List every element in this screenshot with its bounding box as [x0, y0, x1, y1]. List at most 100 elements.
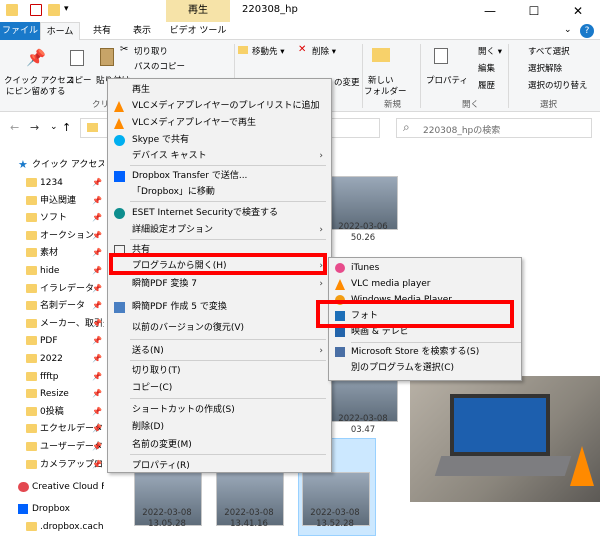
- recent-locations-icon[interactable]: ⌄: [50, 122, 58, 132]
- context-menu-item[interactable]: プロパティ(R): [108, 457, 331, 475]
- tab-home[interactable]: ホーム: [40, 22, 80, 40]
- search-input[interactable]: ⌕ 220308_hpの検索: [396, 118, 592, 138]
- open-group-label: 開く: [462, 100, 480, 110]
- nav-folder-item[interactable]: 0投稿 📌: [0, 403, 104, 421]
- folder-icon: [26, 371, 37, 381]
- cut-button[interactable]: 切り取り: [134, 45, 168, 57]
- menu-separator: [130, 360, 326, 361]
- context-menu-item-label: コピー(C): [132, 383, 173, 393]
- preview-photo[interactable]: [410, 376, 600, 502]
- chevron-down-icon[interactable]: ⌄: [564, 25, 576, 37]
- tab-video-tools[interactable]: ビデオ ツール: [166, 22, 230, 40]
- nav-folder-item[interactable]: 1234 📌: [0, 174, 104, 192]
- open-button[interactable]: 開く ▾: [478, 45, 502, 57]
- nav-folder-item[interactable]: エクセルデータ 📌: [0, 420, 104, 438]
- nav-folder-label: ffftp: [40, 371, 59, 382]
- context-menu-item[interactable]: コピー(C): [108, 379, 331, 397]
- nav-quick-access-label: クイック アクセス: [32, 160, 104, 170]
- store-icon: [335, 347, 345, 357]
- context-menu-item[interactable]: 詳細設定オプション ›: [108, 221, 331, 239]
- context-menu-item[interactable]: 瞬簡PDF 変換 7 ›: [108, 275, 331, 293]
- context-menu-item[interactable]: 削除(D): [108, 418, 331, 436]
- history-button[interactable]: 履歴: [478, 79, 495, 91]
- select-all-button[interactable]: すべて選択: [528, 45, 570, 57]
- copy-path-button[interactable]: パスのコピー: [134, 60, 185, 72]
- nav-quick-access[interactable]: ★ クイック アクセス: [0, 156, 104, 174]
- folder-icon: [26, 301, 37, 311]
- vlc-cone-icon: [335, 279, 345, 290]
- help-icon[interactable]: ?: [580, 24, 594, 38]
- nav-folder-item[interactable]: ソフト 📌: [0, 209, 104, 227]
- new-folder-label-2[interactable]: フォルダー: [364, 85, 407, 97]
- nav-folder-item[interactable]: 2022 📌: [0, 350, 104, 368]
- pin-quick-access-label-2[interactable]: にピン留めする: [6, 85, 66, 97]
- quick-access-dropdown-icon[interactable]: ▾: [64, 4, 69, 14]
- nav-folder-item[interactable]: Resize 📌: [0, 385, 104, 403]
- invert-selection-button[interactable]: 選択の切り替え: [528, 79, 588, 91]
- nav-folder-label: ソフト: [40, 213, 68, 224]
- search-placeholder: 220308_hpの検索: [423, 126, 501, 136]
- folder-icon: [87, 123, 98, 132]
- tab-share[interactable]: 共有: [84, 22, 120, 40]
- nav-folder-label: Resize: [40, 389, 69, 400]
- context-menu-item[interactable]: 以前のバージョンの復元(V): [108, 319, 331, 337]
- nav-folder-item[interactable]: ユーザーデータ 📌: [0, 438, 104, 456]
- context-menu-item[interactable]: 切り取り(T): [108, 362, 331, 380]
- context-menu-item-label: デバイス キャスト: [132, 151, 207, 161]
- properties-button[interactable]: プロパティ: [426, 74, 468, 86]
- context-menu-item[interactable]: VLCメディアプレイヤーのプレイリストに追加: [108, 97, 331, 115]
- nav-dropbox-cache-label: .dropbox.cache: [40, 522, 104, 532]
- tab-view[interactable]: 表示: [124, 22, 160, 40]
- nav-folder-item[interactable]: hide 📌: [0, 262, 104, 280]
- menu-separator: [130, 339, 326, 340]
- submenu-item[interactable]: 別のプログラムを選択(C): [329, 360, 521, 376]
- nav-creative-cloud[interactable]: Creative Cloud Files: [0, 478, 104, 496]
- nav-folder-item[interactable]: イラレデータ 📌: [0, 280, 104, 298]
- nav-folder-item[interactable]: 素材 📌: [0, 244, 104, 262]
- close-button[interactable]: ✕: [556, 0, 600, 22]
- context-menu-item[interactable]: デバイス キャスト ›: [108, 147, 331, 165]
- nav-folder-item[interactable]: 名刺データ 📌: [0, 297, 104, 315]
- nav-folder-item[interactable]: カメラアップロード📌: [0, 456, 104, 474]
- nav-folder-item[interactable]: オークション 📌: [0, 227, 104, 245]
- context-menu-item[interactable]: VLCメディアプレイヤーで再生: [108, 114, 331, 132]
- move-to-button[interactable]: 移動先 ▾: [252, 45, 284, 57]
- tab-file[interactable]: ファイル: [0, 22, 40, 40]
- properties-icon[interactable]: [30, 4, 42, 16]
- context-menu-item[interactable]: 「Dropbox」に移動: [108, 183, 331, 201]
- nav-folder-item[interactable]: メーカー、取引先📌: [0, 315, 104, 333]
- ribbon-tabs: ファイル ホーム 共有 表示 ビデオ ツール ⌄ ?: [0, 22, 600, 40]
- new-folder-icon[interactable]: [48, 4, 60, 16]
- thumbnail-time: 50.26: [350, 233, 376, 243]
- context-menu-item-label: VLCメディアプレイヤーのプレイリストに追加: [132, 101, 320, 111]
- up-button[interactable]: ↑: [62, 121, 71, 134]
- delete-button[interactable]: 削除 ▾: [312, 45, 336, 57]
- context-menu-item[interactable]: 名前の変更(M): [108, 436, 331, 454]
- pin-icon: 📌: [92, 195, 102, 205]
- submenu-item[interactable]: iTunes: [329, 260, 521, 276]
- thumbnail-caption: 2022-03-08 13.41.16: [214, 508, 284, 530]
- pin-icon: 📌: [92, 459, 102, 469]
- nav-folder-item[interactable]: ffftp 📌: [0, 368, 104, 386]
- nav-folder-label: 素材: [40, 248, 59, 259]
- submenu-item[interactable]: Microsoft Store を検索する(S): [329, 344, 521, 360]
- context-menu-item[interactable]: ESET Internet Securityで検査する: [108, 204, 331, 222]
- maximize-button[interactable]: ☐: [512, 0, 556, 22]
- nav-dropbox[interactable]: Dropbox: [0, 500, 104, 518]
- copy-button[interactable]: コピー: [66, 74, 92, 86]
- back-button[interactable]: ←: [10, 121, 19, 134]
- new-group-label: 新規: [384, 100, 402, 110]
- submenu-item[interactable]: VLC media player: [329, 276, 521, 292]
- folder-icon: [26, 195, 37, 205]
- nav-folder-item[interactable]: 申込関連 📌: [0, 192, 104, 210]
- context-menu-item[interactable]: ショートカットの作成(S): [108, 401, 331, 419]
- context-menu-item[interactable]: 送る(N) ›: [108, 342, 331, 360]
- rename-button[interactable]: の変更: [334, 76, 360, 88]
- edit-button[interactable]: 編集: [478, 62, 495, 74]
- minimize-button[interactable]: —: [468, 0, 512, 22]
- nav-dropbox-cache[interactable]: .dropbox.cache: [0, 518, 104, 536]
- select-none-button[interactable]: 選択解除: [528, 62, 562, 74]
- nav-folder-item[interactable]: PDF 📌: [0, 332, 104, 350]
- context-menu-item[interactable]: 瞬簡PDF 作成 5 で変換: [108, 298, 331, 316]
- forward-button[interactable]: →: [30, 121, 39, 134]
